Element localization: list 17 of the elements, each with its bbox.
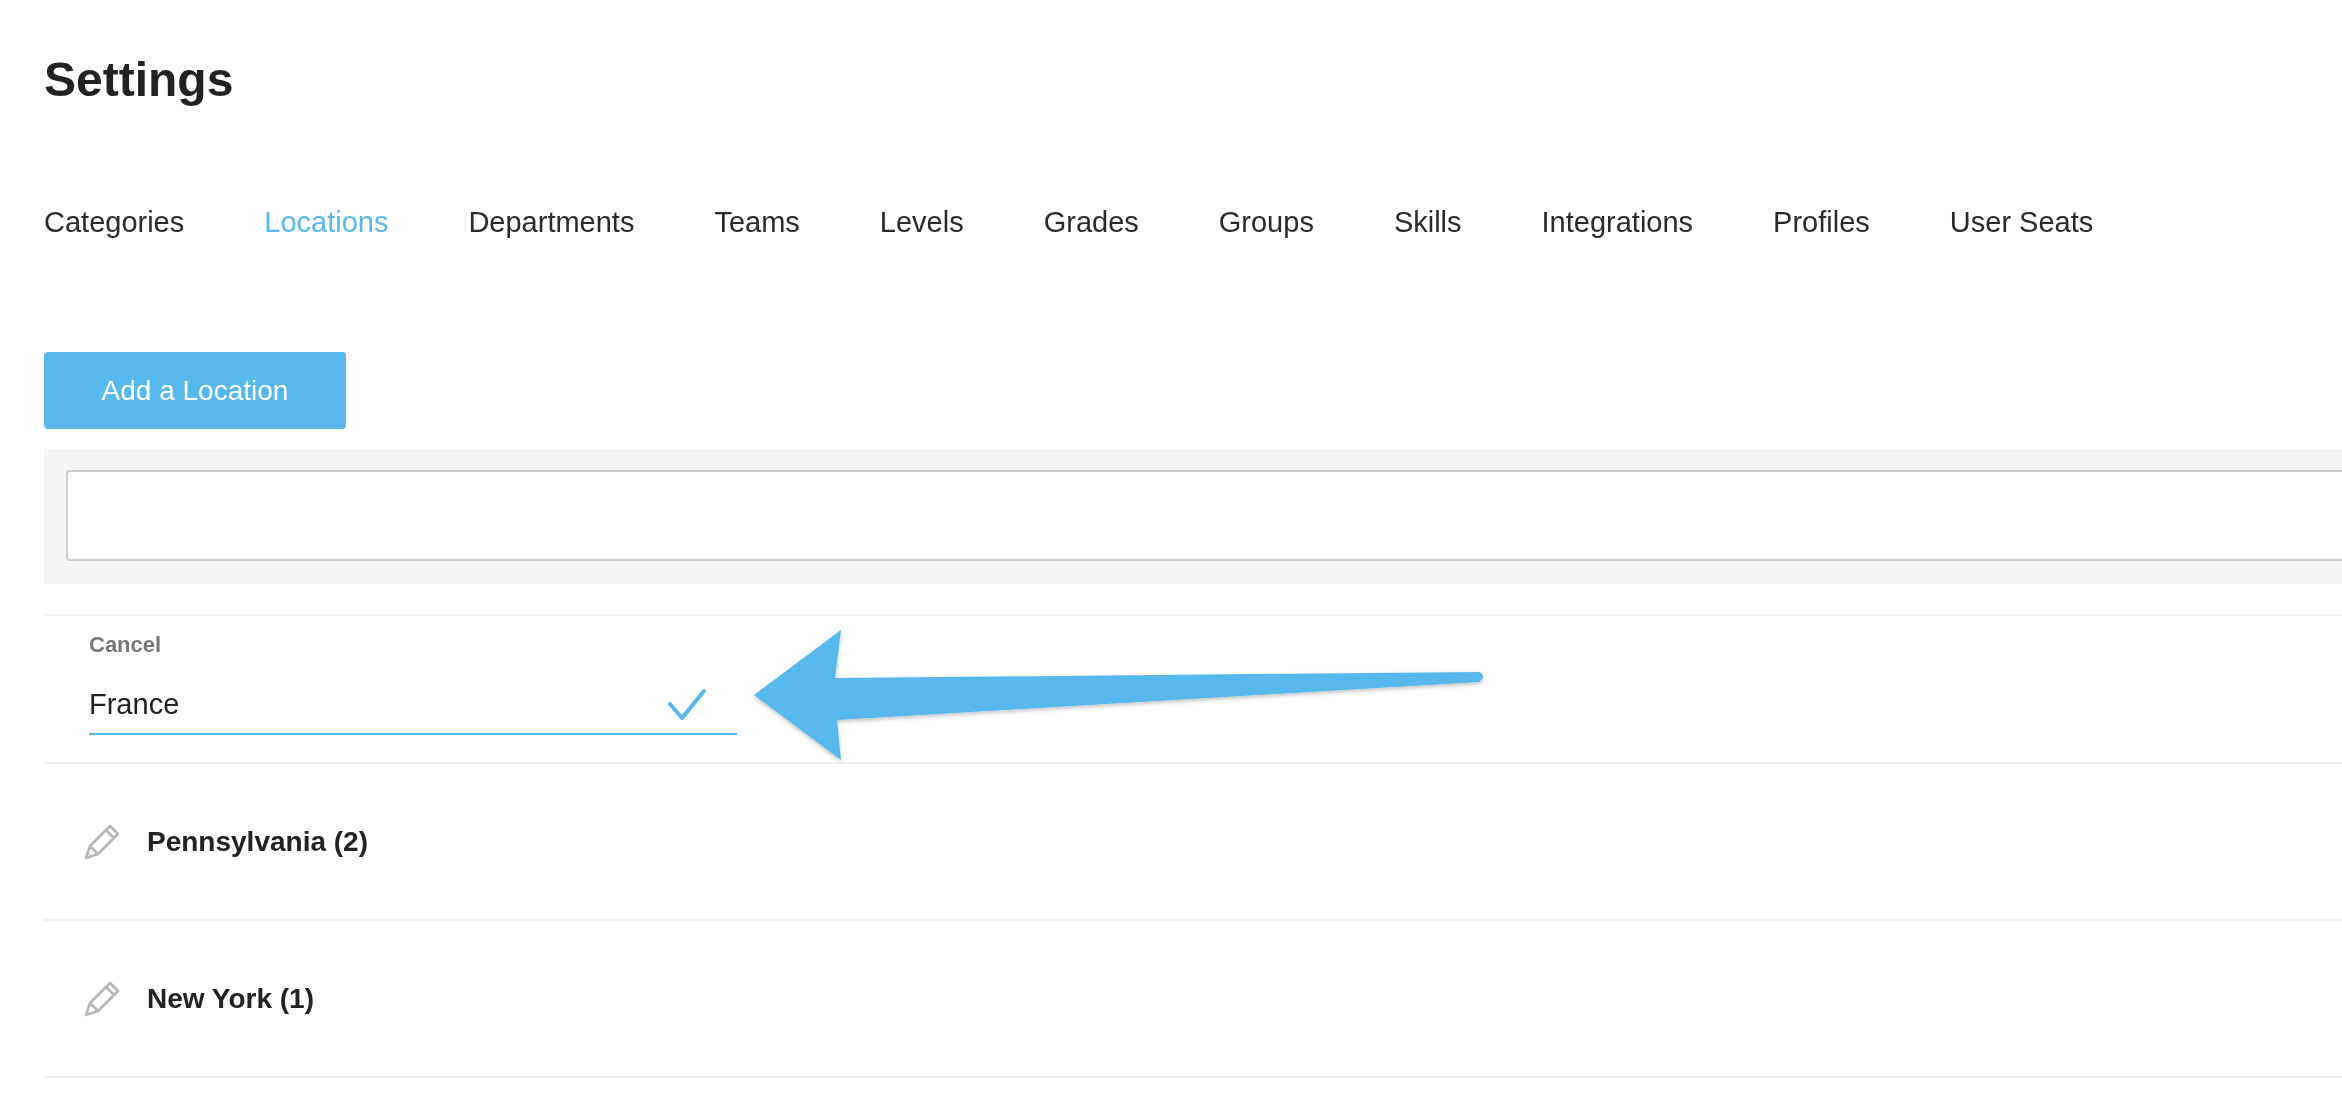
page-title: Settings [43,52,235,108]
tab[interactable]: Skills [1393,202,1462,242]
tab[interactable]: Levels [879,202,964,242]
tab[interactable]: Profiles [1773,202,1870,242]
tab[interactable]: User Seats [1949,202,2094,242]
tab[interactable]: Grades [1043,202,1139,242]
tab[interactable]: Groups [1218,202,1314,242]
location-name: New York (1) [147,982,314,1015]
tab[interactable]: Integrations [1541,202,1694,242]
tab[interactable]: Departments [468,202,635,242]
cancel-link[interactable]: Cancel [89,630,162,660]
checkmark-icon[interactable] [667,688,707,722]
tab[interactable]: Categories [44,202,185,242]
location-name-field[interactable]: France [89,675,737,735]
search-field[interactable] [66,470,2342,561]
tab[interactable]: Teams [714,202,800,242]
location-name: Pennsylvania (2) [147,825,368,858]
